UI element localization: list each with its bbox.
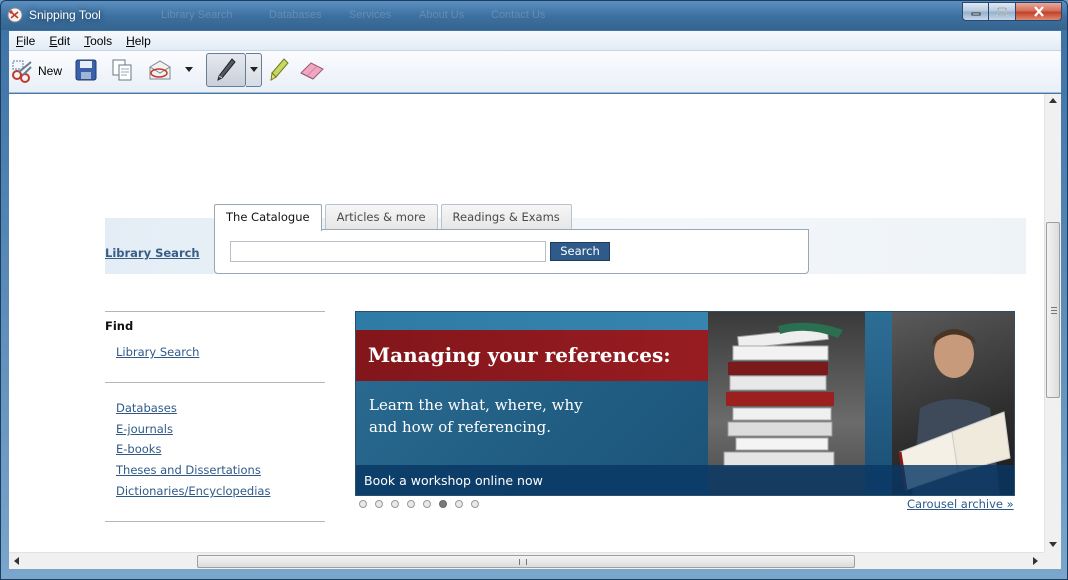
tab-the-catalogue[interactable]: The Catalogue	[214, 204, 322, 231]
envelope-icon	[149, 60, 171, 80]
snip-canvas: Library Search The Catalogue Articles & …	[9, 94, 1044, 552]
save-button[interactable]	[73, 57, 99, 83]
minimize-button[interactable]	[962, 2, 989, 21]
ghost-nav-item: Services	[349, 9, 392, 21]
scroll-down-icon[interactable]	[1049, 542, 1057, 548]
nav-divider	[105, 311, 325, 312]
banner-title: Managing your references:	[368, 343, 671, 367]
vertical-scroll-thumb[interactable]	[1046, 222, 1060, 398]
carousel-banner[interactable]: Managing your references: Learn the what…	[355, 311, 1015, 496]
vertical-scrollbar[interactable]	[1044, 94, 1061, 552]
search-panel: Search	[214, 229, 809, 274]
carousel-archive-link[interactable]: Carousel archive »	[907, 497, 1014, 511]
scroll-right-icon[interactable]	[1033, 557, 1039, 565]
snipping-tool-window: Library Search Databases Services About …	[0, 0, 1068, 580]
horizontal-scrollbar[interactable]	[9, 552, 1044, 569]
nav-divider	[105, 382, 325, 383]
tab-readings-and-exams[interactable]: Readings & Exams	[440, 204, 572, 230]
carousel-dot[interactable]	[455, 500, 463, 508]
search-tabs: The Catalogue Articles & more Readings &…	[214, 204, 575, 231]
chevron-down-icon	[185, 67, 193, 72]
maximize-button[interactable]	[989, 2, 1016, 21]
ghost-nav-item: Library Search	[161, 9, 233, 21]
library-search-link[interactable]: Library Search	[105, 246, 200, 260]
copy-icon	[112, 59, 132, 81]
carousel-dot[interactable]	[359, 500, 367, 508]
scrollbar-corner	[1044, 552, 1061, 569]
carousel-dot[interactable]	[439, 500, 447, 508]
nav-divider	[105, 521, 325, 522]
highlighter-icon	[270, 58, 289, 81]
chevron-down-icon	[249, 67, 258, 72]
nav-link-library-search[interactable]: Library Search	[116, 345, 199, 359]
scroll-left-icon[interactable]	[14, 557, 20, 565]
nav-link-e-books[interactable]: E-books	[116, 442, 161, 456]
nav-link-theses[interactable]: Theses and Dissertations	[116, 463, 261, 477]
nav-heading-find: Find	[105, 319, 134, 333]
scroll-up-icon[interactable]	[1049, 98, 1057, 104]
nav-link-e-journals[interactable]: E-journals	[116, 422, 173, 436]
eraser-button[interactable]	[297, 56, 327, 84]
banner-cta-link[interactable]: Book a workshop online now	[364, 473, 543, 488]
carousel-dot[interactable]	[423, 500, 431, 508]
tab-articles-and-more[interactable]: Articles & more	[324, 204, 438, 230]
banner-subtitle-line-1: Learn the what, where, why	[369, 396, 583, 414]
menu-file[interactable]: File	[15, 33, 36, 49]
menu-tools[interactable]: Tools	[83, 33, 113, 49]
catalogue-search-input[interactable]	[230, 241, 546, 262]
pen-icon	[217, 58, 236, 81]
pen-tool-dropdown[interactable]	[246, 53, 262, 87]
carousel-dot[interactable]	[407, 500, 415, 508]
ghost-nav-item: Databases	[269, 9, 322, 21]
window-title: Snipping Tool	[29, 8, 101, 22]
send-snip-button[interactable]	[145, 57, 175, 83]
carousel-dots	[359, 500, 487, 508]
banner-subtitle: Learn the what, where, why and how of re…	[369, 394, 669, 438]
ghost-nav-item: About Us	[419, 9, 465, 21]
new-label: New	[38, 64, 63, 78]
nav-link-dictionaries[interactable]: Dictionaries/Encyclopedias	[116, 484, 270, 498]
banner-subtitle-line-2: and how of referencing.	[369, 418, 552, 436]
send-snip-dropdown[interactable]	[183, 57, 195, 83]
menu-edit[interactable]: Edit	[48, 33, 71, 49]
nav-link-databases[interactable]: Databases	[116, 401, 177, 415]
pen-tool-button[interactable]	[206, 53, 246, 87]
menu-help[interactable]: Help	[125, 33, 152, 49]
horizontal-scroll-thumb[interactable]	[197, 555, 855, 568]
toolbar: New	[9, 51, 1061, 93]
new-snip-button[interactable]: New	[11, 57, 62, 85]
close-icon	[1033, 6, 1044, 17]
floppy-disk-icon	[75, 59, 97, 81]
maximize-icon	[997, 6, 1007, 16]
carousel-dot[interactable]	[375, 500, 383, 508]
highlighter-button[interactable]	[265, 56, 293, 84]
close-button[interactable]	[1016, 2, 1062, 21]
grip-icon	[1051, 307, 1057, 314]
copy-button[interactable]	[109, 57, 135, 83]
snipping-tool-icon	[7, 7, 23, 23]
minimize-icon	[971, 12, 980, 15]
grip-icon	[519, 559, 527, 565]
carousel-dot[interactable]	[391, 500, 399, 508]
search-button[interactable]: Search	[550, 242, 610, 261]
title-bar[interactable]: Library Search Databases Services About …	[1, 1, 1067, 30]
eraser-icon	[300, 62, 324, 80]
carousel-dot[interactable]	[471, 500, 479, 508]
ghost-nav-item: Contact Us	[491, 9, 546, 21]
menu-bar: File Edit Tools Help	[9, 31, 1061, 51]
scissors-icon	[12, 60, 32, 83]
